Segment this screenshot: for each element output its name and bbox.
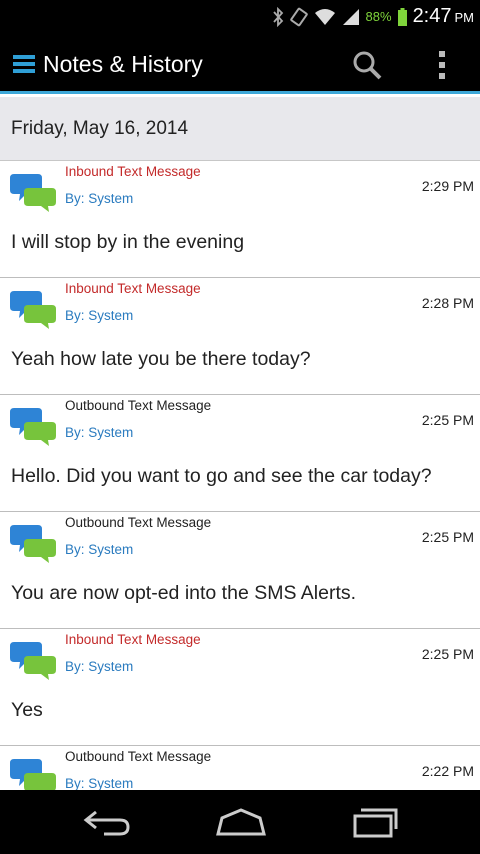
rotation-icon [289, 7, 308, 26]
menu-icon[interactable] [13, 55, 35, 73]
action-bar: Notes & History [0, 33, 480, 94]
page-title: Notes & History [43, 51, 203, 77]
battery-percent: 88% [365, 9, 392, 24]
date-header: Friday, May 16, 2014 [0, 97, 480, 161]
clock: 2:47 PM [413, 5, 474, 28]
navigation-bar [0, 790, 480, 854]
chat-bubbles-icon [10, 289, 56, 329]
bluetooth-icon [272, 6, 283, 27]
chat-bubbles-icon [10, 640, 56, 680]
action-bar-accent-line [0, 91, 480, 94]
clock-ampm: PM [454, 10, 475, 25]
message-time: 2:28 PM [421, 295, 474, 311]
message-type: Outbound Text Message [65, 749, 212, 764]
message-item[interactable]: Outbound Text Message By: System 2:25 PM He… [0, 395, 480, 512]
chat-bubbles-icon [10, 172, 56, 212]
message-type: Inbound Text Message [65, 281, 201, 296]
signal-icon [342, 8, 359, 25]
message-item[interactable]: Outbound Text Message By: System 2:22 PM [0, 746, 480, 790]
message-author: By: System [65, 425, 134, 440]
message-type: Outbound Text Message [65, 398, 212, 413]
message-type: Inbound Text Message [65, 632, 201, 647]
message-author: By: System [65, 191, 134, 206]
message-item[interactable]: Inbound Text Message By: System 2:25 PM Yes [0, 629, 480, 746]
message-body: I will stop by in the evening [11, 231, 245, 253]
message-body: Hello. Did you want to go and see the ca… [11, 465, 432, 487]
chat-bubbles-icon [10, 523, 56, 563]
message-time: 2:25 PM [421, 412, 474, 428]
message-time: 2:25 PM [421, 529, 474, 545]
chat-bubbles-icon [10, 757, 56, 790]
home-icon[interactable] [214, 804, 268, 840]
battery-icon [397, 7, 407, 26]
chat-bubbles-icon [10, 406, 56, 446]
clock-time: 2:47 [412, 5, 452, 27]
message-item[interactable]: Inbound Text Message By: System 2:29 PM I w… [0, 161, 480, 278]
message-type: Outbound Text Message [65, 515, 212, 530]
message-type: Inbound Text Message [65, 164, 201, 179]
search-icon[interactable] [352, 50, 382, 80]
message-item[interactable]: Outbound Text Message By: System 2:25 PM Yo… [0, 512, 480, 629]
message-time: 2:22 PM [421, 763, 474, 779]
wifi-icon [314, 8, 335, 25]
message-author: By: System [65, 542, 134, 557]
recent-apps-icon[interactable] [350, 804, 400, 840]
back-icon[interactable] [82, 804, 132, 840]
message-author: By: System [65, 776, 134, 790]
message-time: 2:25 PM [421, 646, 474, 662]
message-body: You are now opt-ed into the SMS Alerts. [11, 582, 357, 604]
message-body: Yes [11, 699, 43, 721]
status-bar: 88% 2:47 PM [0, 0, 480, 33]
message-time: 2:29 PM [421, 178, 474, 194]
message-author: By: System [65, 659, 134, 674]
message-item[interactable]: Inbound Text Message By: System 2:28 PM Yea… [0, 278, 480, 395]
history-list[interactable]: Friday, May 16, 2014 Inbound Text Messag… [0, 97, 480, 790]
message-body: Yeah how late you be there today? [11, 348, 311, 370]
message-author: By: System [65, 308, 134, 323]
overflow-menu-icon[interactable] [437, 51, 447, 81]
